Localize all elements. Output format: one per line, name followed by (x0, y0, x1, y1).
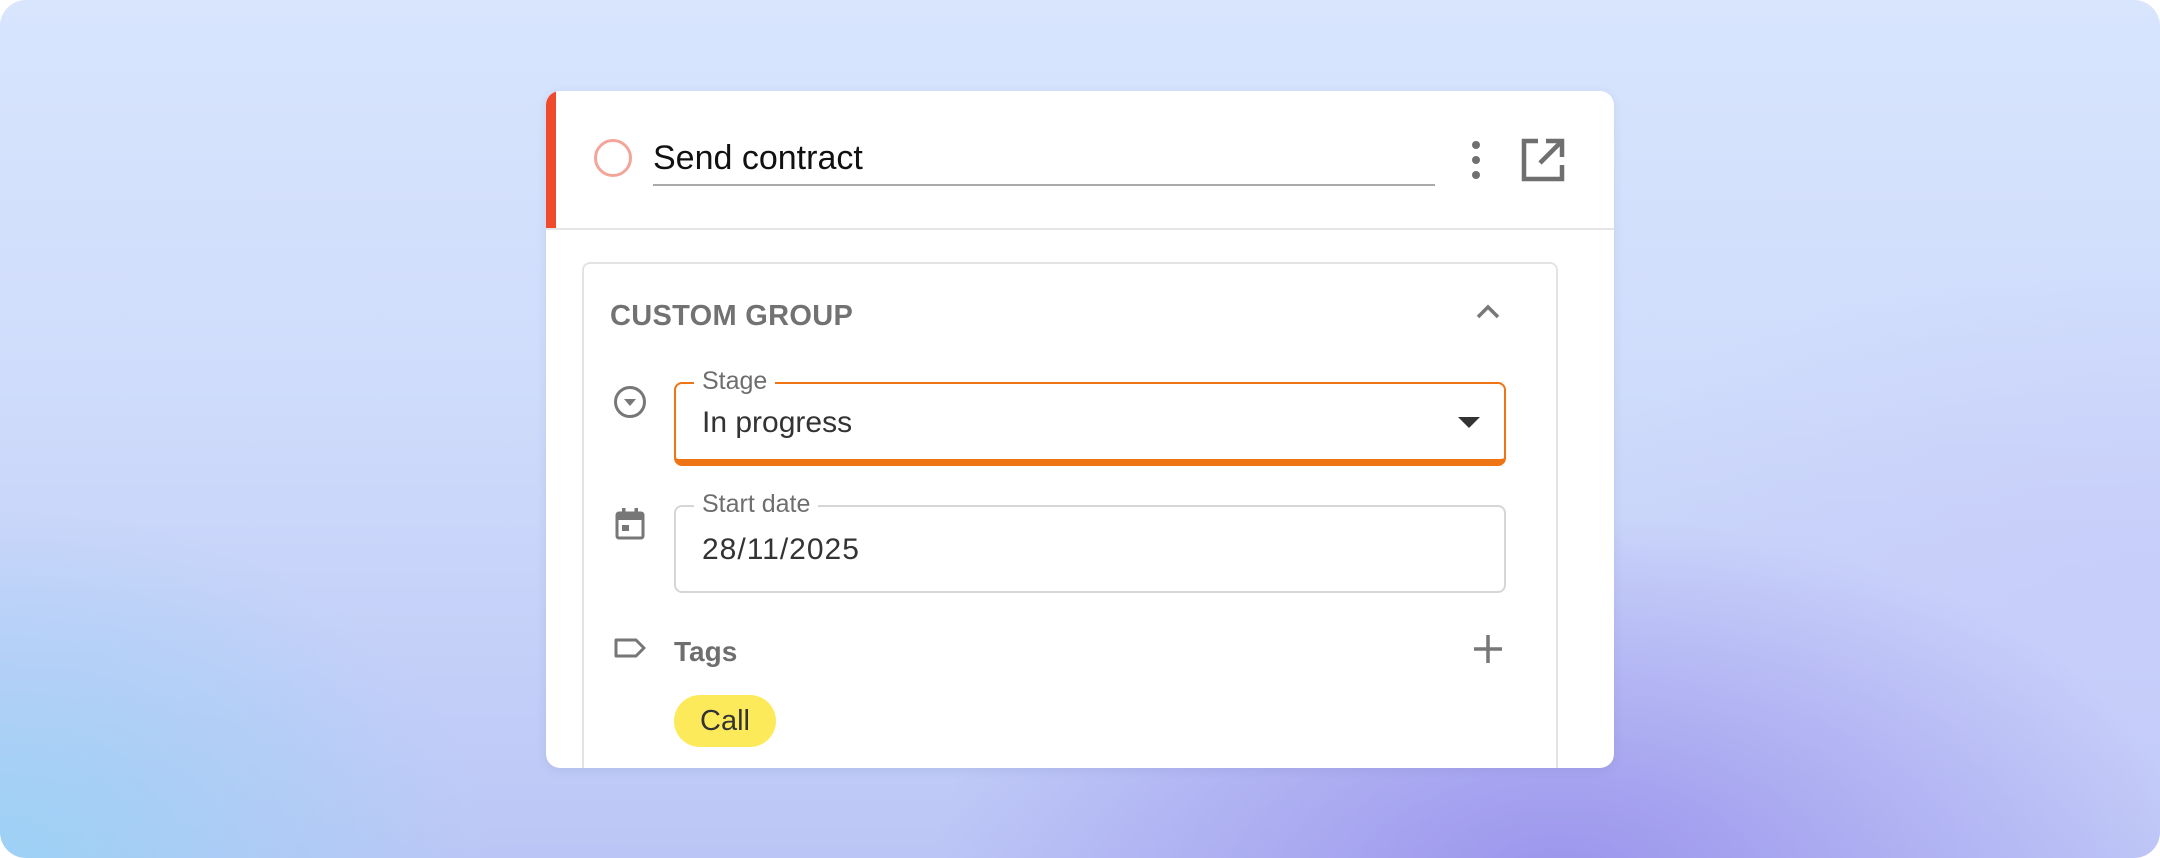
stage-label: Stage (694, 367, 776, 395)
tags-label: Tags (674, 636, 738, 667)
group-title: CUSTOM GROUP (610, 300, 854, 332)
open-in-new-button[interactable] (1516, 135, 1568, 185)
add-tag-button[interactable] (1468, 629, 1508, 669)
task-card: CUSTOM GROUP Stage In progress (546, 91, 1614, 768)
start-date-field[interactable]: Start date 28/11/2025 (674, 490, 1506, 593)
task-header (546, 91, 1614, 230)
task-title-input[interactable] (653, 135, 1435, 181)
more-vertical-icon (1472, 141, 1480, 179)
tag-chip-call[interactable]: Call (674, 695, 776, 747)
dropdown-circle-icon (614, 386, 646, 418)
task-title-field[interactable] (653, 135, 1435, 186)
task-status-toggle[interactable] (594, 139, 632, 177)
stage-value: In progress (702, 406, 853, 439)
stage-select[interactable]: Stage In progress (674, 367, 1506, 466)
plus-icon (1474, 635, 1502, 663)
start-date-label: Start date (694, 490, 819, 518)
more-options-button[interactable] (1456, 135, 1496, 185)
collapse-group-button[interactable] (1468, 292, 1508, 332)
chevron-up-icon (1476, 304, 1500, 319)
label-icon (614, 638, 646, 658)
dropdown-arrow-icon (1458, 417, 1480, 428)
calendar-icon (615, 508, 645, 540)
background-stage: CUSTOM GROUP Stage In progress (0, 0, 2160, 858)
open-in-new-icon (1521, 138, 1565, 182)
custom-group-panel: CUSTOM GROUP Stage In progress Start dat… (582, 262, 1558, 768)
start-date-value: 28/11/2025 (702, 533, 860, 566)
